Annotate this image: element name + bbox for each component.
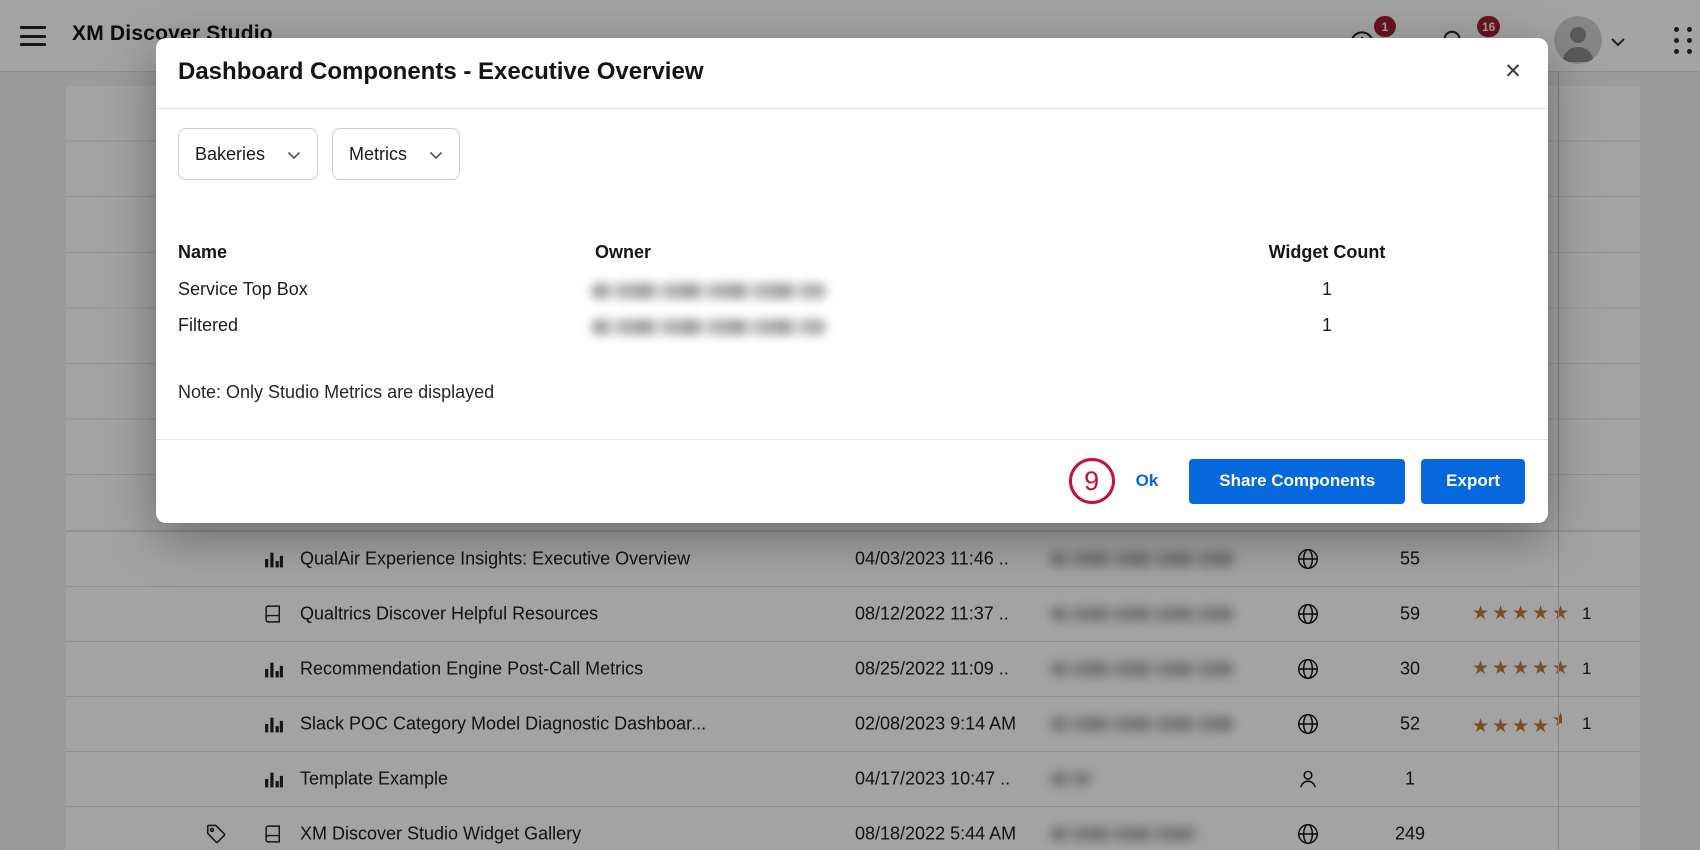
component-row: Service Top Box 1 [156,279,1548,303]
share-components-button[interactable]: Share Components [1189,459,1405,504]
modal-note: Note: Only Studio Metrics are displayed [178,382,494,403]
name-header: Name [178,242,227,263]
close-icon[interactable]: ✕ [1492,50,1534,92]
redacted-owner [591,319,826,335]
filter-row: Bakeries Metrics [178,128,460,180]
redacted-owner [591,283,826,299]
owner-header: Owner [595,242,651,263]
modal-footer: 9 Ok Share Components Export [156,439,1548,523]
component-name: Service Top Box [178,279,308,300]
export-button[interactable]: Export [1421,459,1525,504]
component-name: Filtered [178,315,238,336]
component-row: Filtered 1 [156,315,1548,339]
chevron-down-icon [429,144,443,165]
screen: XM Discover Studio 1 16 ☆ [0,0,1700,850]
project-dropdown[interactable]: Bakeries [178,128,318,180]
dashboard-components-modal: Dashboard Components - Executive Overvie… [156,38,1548,523]
modal-title: Dashboard Components - Executive Overvie… [178,58,703,86]
type-dropdown[interactable]: Metrics [332,128,460,180]
annotation-step-circle: 9 [1069,458,1115,504]
modal-header-divider [156,108,1548,109]
type-dropdown-value: Metrics [349,144,407,165]
widget-count: 1 [1256,279,1398,300]
widget-count-header: Widget Count [1256,242,1398,263]
chevron-down-icon [287,144,301,165]
ok-button[interactable]: Ok [1136,471,1159,491]
widget-count: 1 [1256,315,1398,336]
components-table-header: Name Owner Widget Count [156,242,1548,264]
project-dropdown-value: Bakeries [195,144,265,165]
